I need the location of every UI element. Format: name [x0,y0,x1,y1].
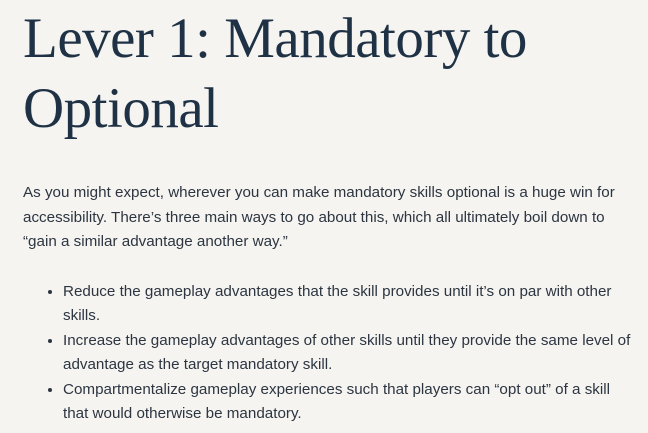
section-heading: Lever 1: Mandatory to Optional [23,7,527,140]
list-item: Reduce the gameplay advantages that the … [63,280,636,329]
list-item: Compartmentalize gameplay experiences su… [63,378,636,427]
intro-paragraph: As you might expect, wherever you can ma… [23,184,615,250]
article-section: Lever 1: Mandatory to Optional As you mi… [0,0,648,433]
strategy-list: Reduce the gameplay advantages that the … [23,280,636,427]
list-item: Increase the gameplay advantages of othe… [63,329,636,378]
